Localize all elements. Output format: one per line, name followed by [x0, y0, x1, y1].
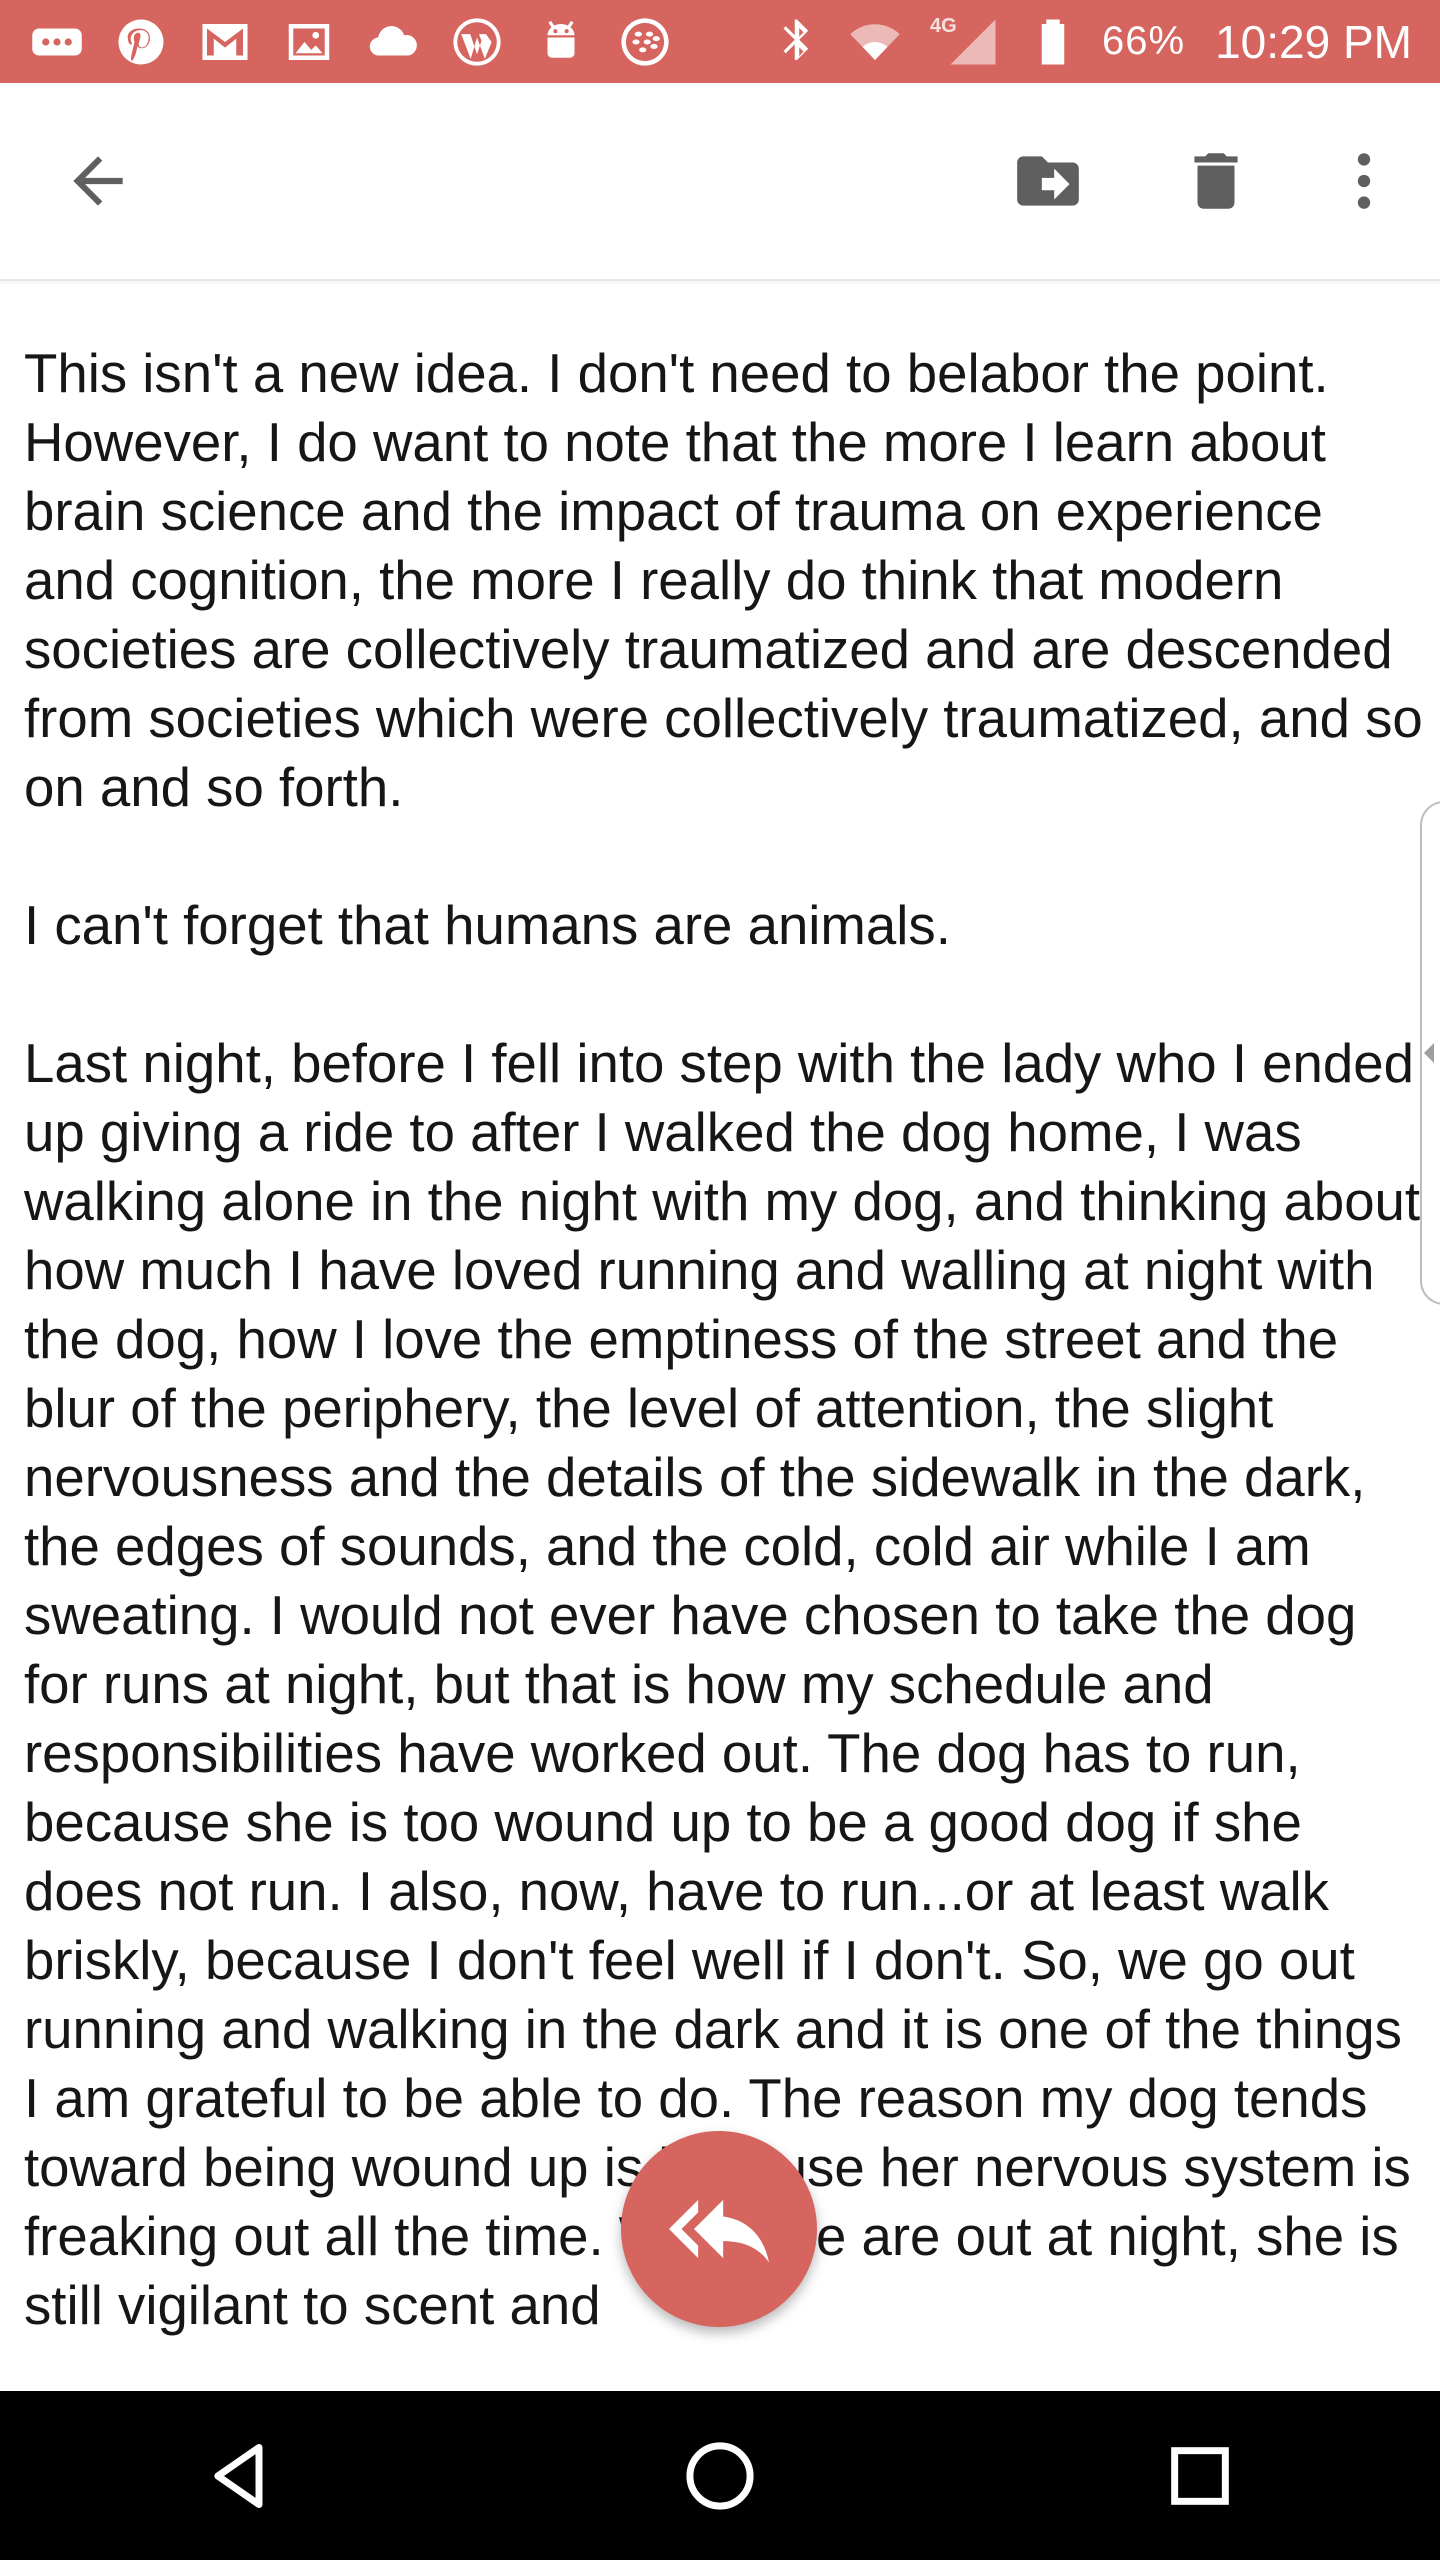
battery-icon: [1024, 13, 1082, 71]
reply-all-icon: [669, 2199, 769, 2263]
nav-back-button[interactable]: [180, 2416, 300, 2536]
battery-percentage: 66%: [1102, 19, 1186, 63]
trash-icon: [1194, 153, 1238, 209]
android-icon: [532, 13, 590, 71]
home-circle-icon: [686, 2441, 754, 2510]
more-options-button[interactable]: [1314, 131, 1414, 231]
more-icon: [28, 13, 86, 71]
nav-recents-button[interactable]: [1140, 2416, 1260, 2536]
nav-home-button[interactable]: [660, 2416, 780, 2536]
photo-icon: [280, 13, 338, 71]
system-status: 4G 66% 10:29 PM: [768, 13, 1412, 71]
bluetooth-icon: [768, 13, 826, 71]
delete-button[interactable]: [1166, 131, 1266, 231]
network-type-label: 4G: [930, 14, 957, 37]
message-paragraph: I can't forget that humans are animals.: [24, 895, 951, 956]
message-body: This isn't a new idea. I don't need to b…: [24, 339, 1429, 2391]
cloud-icon: [364, 13, 422, 71]
recents-square-icon: [1171, 2446, 1229, 2505]
wordpress-icon: [448, 13, 506, 71]
move-to-button[interactable]: [998, 131, 1098, 231]
wifi-icon: [846, 13, 904, 71]
back-button[interactable]: [48, 131, 148, 231]
reply-all-button[interactable]: [621, 2131, 817, 2327]
message-toolbar: [0, 83, 1440, 281]
move-to-icon: [1017, 156, 1079, 206]
back-triangle-icon: [214, 2443, 263, 2508]
handle-arrow-icon: [1424, 1043, 1434, 1063]
blackberry-icon: [616, 13, 674, 71]
message-paragraph: This isn't a new idea. I don't need to b…: [24, 343, 1423, 818]
gmail-icon: [196, 13, 254, 71]
clock: 10:29 PM: [1215, 15, 1412, 68]
status-bar: 4G 66% 10:29 PM: [0, 0, 1440, 83]
notification-icons: [28, 13, 674, 71]
signal-icon: 4G: [924, 13, 1004, 71]
navigation-bar: [0, 2391, 1440, 2560]
back-arrow-icon: [73, 156, 123, 206]
pinterest-icon: [112, 13, 170, 71]
message-content: This isn't a new idea. I don't need to b…: [0, 281, 1440, 2391]
more-vert-icon: [1357, 153, 1371, 209]
